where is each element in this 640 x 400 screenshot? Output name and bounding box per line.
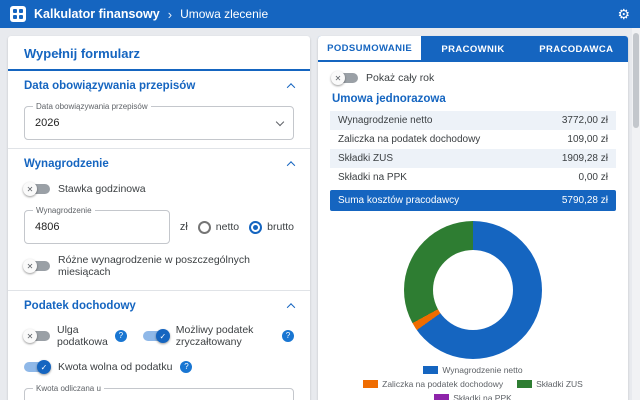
regulation-year-select[interactable]: Data obowiązywania przepisów 2026 <box>24 106 294 140</box>
vertical-scrollbar <box>632 28 640 400</box>
tax-relief-group: Ulga podatkowa <box>24 324 127 348</box>
results-panel: PODSUMOWANIE PRACOWNIK PRACODAWCA Pokaż … <box>318 36 628 400</box>
legend-label: Składki na PPK <box>453 393 512 400</box>
chevron-up-icon <box>287 303 295 311</box>
toggle-label: Różne wynagrodzenie w poszczególnych mie… <box>58 254 294 278</box>
table-row: Wynagrodzenie netto 3772,00 zł <box>330 111 616 130</box>
show-year-toggle-row: Pokaż cały rok <box>318 62 628 89</box>
toggle-label: Ulga podatkowa <box>57 324 108 348</box>
total-row: Suma kosztów pracodawcy 5790,28 zł <box>330 190 616 211</box>
legend-label: Wynagrodzenie netto <box>442 365 522 375</box>
show-year-toggle[interactable] <box>332 71 358 85</box>
section-title: Wynagrodzenie <box>24 158 109 170</box>
brutto-radio[interactable]: brutto <box>249 221 294 234</box>
row-label: Wynagrodzenie netto <box>338 115 432 126</box>
total-label: Suma kosztów pracodawcy <box>338 195 459 206</box>
free-amount-toggle-row: Kwota wolna od podatku <box>8 354 310 380</box>
legend-item: Zaliczka na podatek dochodowy <box>363 379 503 389</box>
legend-item: Wynagrodzenie netto <box>328 365 618 375</box>
radio-label: brutto <box>267 221 294 233</box>
chart-area <box>318 211 628 365</box>
flat-tax-group: Możliwy podatek zryczałtowany <box>143 324 294 348</box>
field-label: Data obowiązywania przepisów <box>33 102 151 111</box>
tab-pracodawca[interactable]: PRACODAWCA <box>525 36 628 62</box>
section-title: Data obowiązywania przepisów <box>24 80 195 92</box>
results-tabs: PODSUMOWANIE PRACOWNIK PRACODAWCA <box>318 36 628 62</box>
legend-item: Składki na PPK <box>328 393 618 400</box>
row-value: 1909,28 zł <box>562 153 608 164</box>
breadcrumb-separator: › <box>168 7 172 22</box>
hourly-rate-toggle[interactable] <box>24 182 50 196</box>
form-heading: Wypełnij formularz <box>8 36 310 71</box>
app-title: Kalkulator finansowy <box>34 7 160 21</box>
toggle-label: Pokaż cały rok <box>366 72 434 84</box>
radio-icon <box>198 221 211 234</box>
donut-chart <box>404 221 542 359</box>
section-header-tax[interactable]: Podatek dochodowy <box>8 291 310 318</box>
salary-input[interactable]: Wynagrodzenie 4806 <box>24 210 170 244</box>
legend-swatch <box>434 394 449 400</box>
monthly-salary-toggle[interactable] <box>24 259 50 273</box>
help-icon[interactable] <box>115 330 127 342</box>
section-header-salary[interactable]: Wynagrodzenie <box>8 149 310 176</box>
legend-item: Składki ZUS <box>517 379 583 389</box>
app-grid-icon[interactable] <box>10 6 26 22</box>
legend-label: Składki ZUS <box>536 379 583 389</box>
row-value: 0,00 zł <box>579 172 608 183</box>
radio-label: netto <box>216 221 239 233</box>
total-value: 5790,28 zł <box>562 195 608 206</box>
tax-toggles-row: Ulga podatkowa Możliwy podatek zryczałto… <box>8 318 310 354</box>
tab-podsumowanie[interactable]: PODSUMOWANIE <box>318 36 421 62</box>
legend-swatch <box>423 366 438 374</box>
row-label: Zaliczka na podatek dochodowy <box>338 134 480 145</box>
row-value: 3772,00 zł <box>562 115 608 126</box>
radio-checked-icon <box>249 221 262 234</box>
hourly-rate-toggle-row: Stawka godzinowa <box>8 176 310 202</box>
legend-swatch <box>363 380 378 388</box>
flat-tax-toggle[interactable] <box>143 329 169 343</box>
help-icon[interactable] <box>180 361 192 373</box>
section-header-date[interactable]: Data obowiązywania przepisów <box>8 71 310 98</box>
legend-swatch <box>517 380 532 388</box>
main-content: Wypełnij formularz Data obowiązywania pr… <box>0 28 640 400</box>
table-row: Zaliczka na podatek dochodowy 109,00 zł <box>330 130 616 149</box>
chevron-up-icon <box>287 161 295 169</box>
toggle-label: Kwota wolna od podatku <box>58 361 172 373</box>
chevron-down-icon <box>276 117 284 125</box>
legend-label: Zaliczka na podatek dochodowy <box>382 379 503 389</box>
field-value: 2026 <box>35 117 59 129</box>
scrollbar-thumb[interactable] <box>633 33 639 128</box>
tax-relief-toggle[interactable] <box>24 329 50 343</box>
payer-select[interactable]: Kwota odliczana u 1 płatnika <box>24 388 294 400</box>
row-label: Składki na PPK <box>338 172 407 183</box>
free-amount-toggle[interactable] <box>24 360 50 374</box>
results-subtitle: Umowa jednorazowa <box>318 89 628 111</box>
field-label: Kwota odliczana u <box>33 384 104 393</box>
salary-row: Wynagrodzenie 4806 zł netto brutto <box>24 210 294 244</box>
monthly-salary-toggle-row: Różne wynagrodzenie w poszczególnych mie… <box>8 248 310 284</box>
field-label: Wynagrodzenie <box>33 206 95 215</box>
row-value: 109,00 zł <box>567 134 608 145</box>
tab-pracownik[interactable]: PRACOWNIK <box>421 36 524 62</box>
netto-radio[interactable]: netto <box>198 221 239 234</box>
field-value: 4806 <box>35 221 59 233</box>
toggle-label: Stawka godzinowa <box>58 183 146 195</box>
section-title: Podatek dochodowy <box>24 300 136 312</box>
results-table: Wynagrodzenie netto 3772,00 zł Zaliczka … <box>330 111 616 187</box>
settings-icon[interactable] <box>617 7 630 21</box>
toggle-label: Możliwy podatek zryczałtowany <box>176 324 275 348</box>
row-label: Składki ZUS <box>338 153 393 164</box>
chevron-up-icon <box>287 83 295 91</box>
help-icon[interactable] <box>282 330 294 342</box>
table-row: Składki na PPK 0,00 zł <box>330 168 616 187</box>
top-app-bar: Kalkulator finansowy › Umowa zlecenie <box>0 0 640 28</box>
form-panel: Wypełnij formularz Data obowiązywania pr… <box>8 36 310 400</box>
breadcrumb-page-title: Umowa zlecenie <box>180 7 268 21</box>
table-row: Składki ZUS 1909,28 zł <box>330 149 616 168</box>
currency-suffix: zł <box>180 221 188 233</box>
chart-legend: Wynagrodzenie netto Zaliczka na podatek d… <box>318 365 628 400</box>
